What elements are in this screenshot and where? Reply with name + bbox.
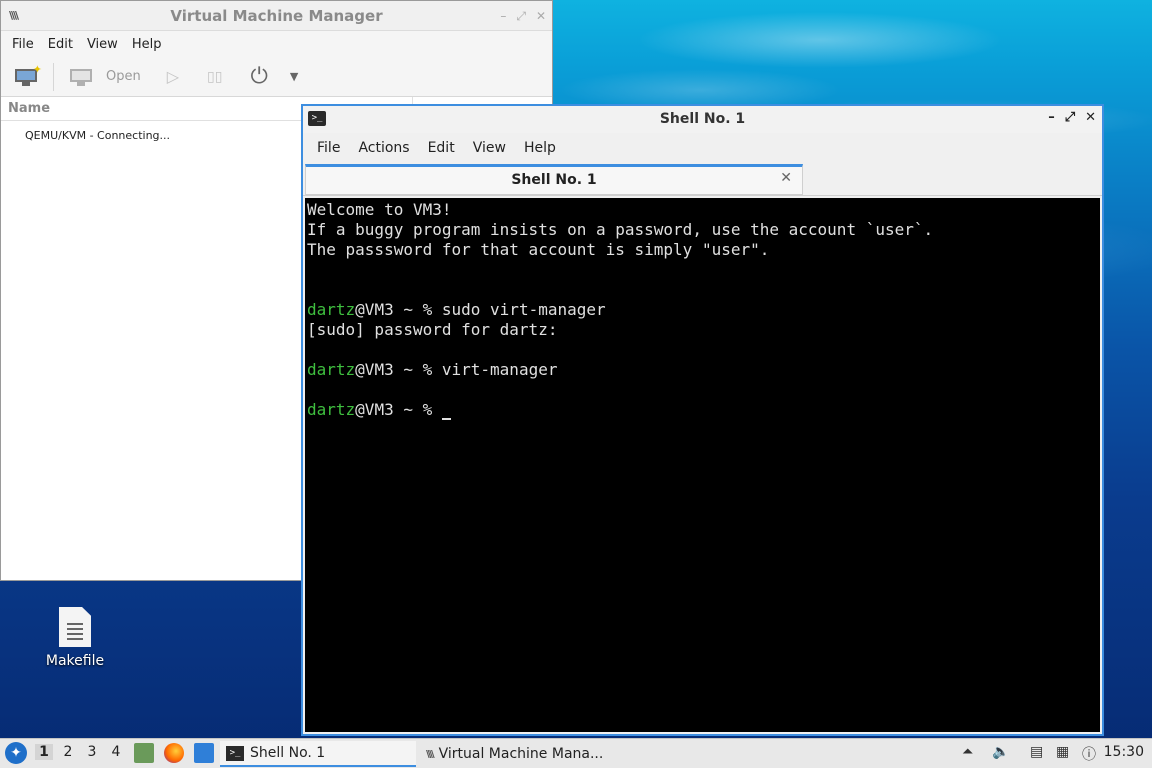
shell-menubar: File Actions Edit View Help <box>303 133 1102 163</box>
taskbar: ✦ 1 2 3 4 >_ Shell No. 1 \\\\ Virtual Ma… <box>0 738 1152 768</box>
menu-edit[interactable]: Edit <box>419 140 464 156</box>
shell-window-controls: – ⤢ ✕ <box>1048 110 1096 125</box>
minimize-icon[interactable]: – <box>500 9 506 24</box>
menu-view[interactable]: View <box>464 140 515 156</box>
power-icon[interactable]: ⏻ <box>250 64 267 89</box>
minimize-icon[interactable]: – <box>1048 110 1055 125</box>
prompt-user: dartz <box>307 400 356 419</box>
terminal-prompt-line: dartz@VM3 ~ % <box>307 400 1100 420</box>
terminal-output[interactable]: Welcome to VM3! If a buggy program insist… <box>305 198 1100 732</box>
clock[interactable]: 15:30 <box>1104 744 1144 760</box>
toolbar-divider <box>53 62 54 91</box>
open-label: Open <box>106 69 141 84</box>
firefox-icon[interactable] <box>164 743 184 763</box>
vmm-logo-icon: \\\\ <box>426 748 434 760</box>
shell-tab-bar: Shell No. 1 ✕ <box>303 163 1102 196</box>
shell-title: Shell No. 1 <box>659 111 746 127</box>
notification-icon[interactable]: ⓘ <box>1082 744 1096 764</box>
vmm-toolbar: ✦ Open ▷ ▯▯ ⏻ ▼ <box>1 57 552 97</box>
open-button[interactable]: Open <box>68 67 141 87</box>
workspace-3[interactable]: 3 <box>83 744 101 760</box>
run-icon[interactable]: ▷ <box>167 67 179 86</box>
close-icon[interactable]: ✕ <box>1085 110 1096 125</box>
shell-window: >_ Shell No. 1 – ⤢ ✕ File Actions Edit V… <box>301 104 1104 736</box>
column-name[interactable]: Name <box>8 101 50 116</box>
clipboard-icon[interactable]: ▤ <box>1030 744 1043 760</box>
menu-file[interactable]: File <box>5 37 41 52</box>
task-shell[interactable]: >_ Shell No. 1 <box>220 741 416 767</box>
close-tab-icon[interactable]: ✕ <box>780 170 792 186</box>
file-icon <box>59 607 91 647</box>
tab-label: Shell No. 1 <box>511 172 597 188</box>
workspace-1[interactable]: 1 <box>35 744 53 760</box>
terminal-icon: >_ <box>226 745 244 761</box>
task-vmm[interactable]: \\\\ Virtual Machine Mana... <box>420 741 630 767</box>
terminal-line: Welcome to VM3! <box>307 200 452 219</box>
start-menu-icon[interactable]: ✦ <box>5 742 27 764</box>
command: virt-manager <box>441 360 558 379</box>
restore-icon[interactable]: ⤢ <box>516 9 526 24</box>
menu-help[interactable]: Help <box>125 37 169 52</box>
menu-file[interactable]: File <box>308 140 349 156</box>
tray-arrow-icon[interactable]: ⏶ <box>962 744 973 760</box>
command: sudo virt-manager <box>441 300 606 319</box>
new-vm-button[interactable]: ✦ <box>13 63 42 87</box>
menu-view[interactable]: View <box>80 37 125 52</box>
prompt-user: dartz <box>307 300 356 319</box>
chevron-down-icon[interactable]: ▼ <box>290 70 298 83</box>
terminal-line: [sudo] password for dartz: <box>307 320 558 339</box>
task-label: Virtual Machine Mana... <box>438 746 604 762</box>
terminal-cursor <box>441 404 451 420</box>
prompt-host: @VM3 ~ % <box>355 360 442 379</box>
pause-icon[interactable]: ▯▯ <box>207 69 222 85</box>
menu-actions[interactable]: Actions <box>349 140 418 156</box>
file-manager-icon[interactable] <box>134 743 154 763</box>
menu-help[interactable]: Help <box>515 140 565 156</box>
prompt-host: @VM3 ~ % <box>355 400 442 419</box>
workspace-4[interactable]: 4 <box>107 744 125 760</box>
terminal-line: The passsword for that account is simply… <box>307 240 770 259</box>
network-icon[interactable]: ▦ <box>1056 744 1069 760</box>
terminal-prompt-line: dartz@VM3 ~ % virt-manager <box>307 360 1100 380</box>
volume-icon[interactable]: 🔈 <box>992 744 1009 760</box>
monitor-icon <box>68 67 94 87</box>
desktop-icon-label: Makefile <box>45 653 105 669</box>
vmm-window-controls: – ⤢ ✕ <box>500 9 546 24</box>
vmm-menubar: File Edit View Help <box>1 31 552 57</box>
show-desktop-icon[interactable] <box>194 743 214 763</box>
prompt-user: dartz <box>307 360 356 379</box>
shell-titlebar[interactable]: >_ Shell No. 1 – ⤢ ✕ <box>303 106 1102 133</box>
vmm-title: Virtual Machine Manager <box>170 7 383 25</box>
connection-row[interactable]: QEMU/KVM - Connecting... <box>25 129 170 142</box>
menu-edit[interactable]: Edit <box>41 37 80 52</box>
workspace-2[interactable]: 2 <box>59 744 77 760</box>
terminal-prompt-line: dartz@VM3 ~ % sudo virt-manager <box>307 300 1100 320</box>
terminal-line: If a buggy program insists on a password… <box>307 220 934 239</box>
vmm-titlebar[interactable]: \\\\ Virtual Machine Manager – ⤢ ✕ <box>1 1 552 31</box>
prompt-host: @VM3 ~ % <box>355 300 442 319</box>
tab-shell-1[interactable]: Shell No. 1 ✕ <box>305 164 803 195</box>
task-label: Shell No. 1 <box>250 745 326 761</box>
desktop-icon-makefile[interactable]: Makefile <box>40 607 110 669</box>
close-icon[interactable]: ✕ <box>536 9 546 24</box>
maximize-icon[interactable]: ⤢ <box>1065 110 1075 125</box>
